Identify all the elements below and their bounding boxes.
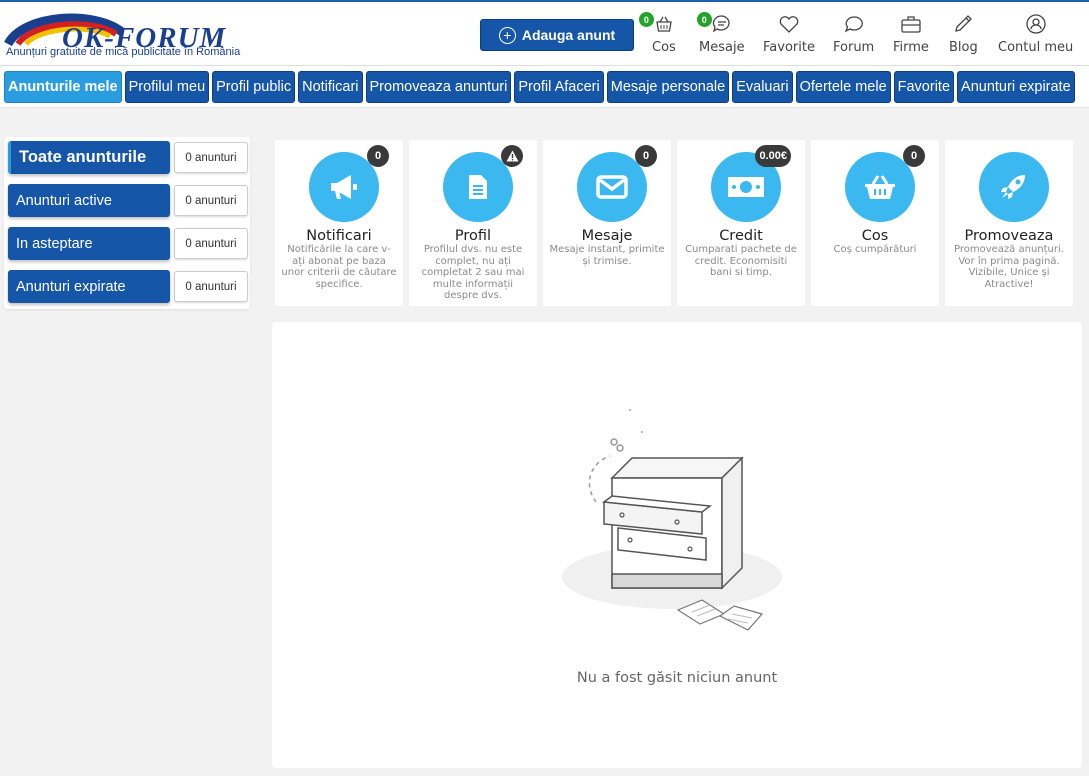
tab-notificari[interactable]: Notificari — [298, 70, 363, 103]
header-nav-cos[interactable]: 0 Cos — [638, 12, 676, 55]
filter-row-expired: Anunturi expirate 0 anunturi — [8, 270, 248, 303]
tab-favorite[interactable]: Favorite — [893, 70, 955, 103]
card-profil[interactable]: Profil Profilul dvs. nu este complet, nu… — [409, 140, 537, 306]
cart-count-badge: 0 — [638, 12, 654, 27]
header-nav-blog-label: Blog — [949, 40, 978, 55]
pencil-icon — [955, 15, 973, 32]
briefcase-icon — [901, 16, 921, 33]
empty-state-message: Nu a fost găsit niciun anunt — [576, 670, 778, 686]
header-nav-account-label: Contul meu — [998, 40, 1074, 55]
tab-anunturi-expirate[interactable]: Anunturi expirate — [957, 70, 1075, 103]
filter-row-all: Toate anunturile 0 anunturi — [8, 141, 248, 174]
card-notificari-title: Notificari — [306, 228, 372, 244]
header-nav-favorite-label: Favorite — [763, 40, 815, 55]
header-nav-blog[interactable]: Blog — [949, 12, 978, 55]
filter-row-pending: In asteptare 0 anunturi — [8, 227, 248, 260]
tab-ofertele-mele[interactable]: Ofertele mele — [795, 70, 891, 103]
basket-icon — [656, 16, 672, 32]
header-nav-forum[interactable]: Forum — [833, 12, 874, 55]
card-profil-desc: Profilul dvs. nu este complet, nu ați co… — [421, 244, 525, 301]
filter-pending-button[interactable]: In asteptare — [8, 227, 170, 260]
tab-anunturile-mele[interactable]: Anunturile mele — [4, 70, 122, 103]
header-nav-favorite[interactable]: Favorite — [763, 12, 815, 55]
filter-active-count: 0 anunturi — [174, 185, 248, 216]
card-mesaje-title: Mesaje — [581, 228, 633, 244]
tab-evaluari[interactable]: Evaluari — [732, 70, 793, 103]
header-nav-firme[interactable]: Firme — [893, 12, 929, 55]
card-notificari[interactable]: 0 Notificari Notificările la care v-ați … — [275, 140, 403, 306]
card-promoveaza-desc: Promovează anunțuri. Vor în prima pagină… — [954, 244, 1064, 290]
card-cos-title: Cos — [861, 228, 889, 244]
tab-profilul-meu[interactable]: Profilul meu — [124, 70, 210, 103]
card-mesaje[interactable]: 0 Mesaje Mesaje instant, primite și trim… — [543, 140, 671, 306]
filter-pending-count: 0 anunturi — [174, 228, 248, 259]
tab-promoveaza-anunturi[interactable]: Promoveaza anunturi — [365, 70, 512, 103]
messages-count-badge: 0 — [696, 12, 712, 27]
filter-expired-count: 0 anunturi — [174, 271, 248, 302]
empty-drawer-illustration — [562, 409, 782, 631]
card-credit[interactable]: 0.00€ Credit Cumparati pachete de credit… — [677, 140, 805, 306]
chat-bubble-icon — [712, 15, 730, 33]
header-nav-mesaje[interactable]: 0 Mesaje — [696, 12, 745, 55]
filter-active-button[interactable]: Anunturi active — [8, 184, 170, 217]
warning-icon — [506, 150, 518, 162]
site-header: OK-FORUM Anunțuri gratuite de mică publi… — [0, 0, 1089, 66]
header-nav-firme-label: Firme — [893, 40, 929, 55]
speech-bubble-icon — [844, 16, 863, 33]
card-promoveaza-title: Promoveaza — [964, 228, 1054, 244]
listings-panel: Nu a fost găsit niciun anunt — [272, 322, 1082, 768]
tab-profil-public[interactable]: Profil public — [212, 70, 296, 103]
card-mesaje-desc: Mesaje instant, primite și trimise. — [549, 244, 665, 267]
heart-icon — [779, 16, 799, 33]
card-notificari-desc: Notificările la care v-ați abonat pe baz… — [281, 244, 397, 290]
site-logo[interactable]: OK-FORUM Anunțuri gratuite de mică publi… — [4, 10, 294, 62]
header-nav-forum-label: Forum — [833, 40, 875, 55]
filter-all-count: 0 anunturi — [174, 142, 248, 173]
cos-count-badge: 0 — [903, 145, 925, 167]
rocket-icon — [979, 152, 1049, 222]
logo-tagline: Anunțuri gratuite de mică publicitate în… — [6, 46, 241, 58]
card-promoveaza[interactable]: Promoveaza Promovează anunțuri. Vor în p… — [945, 140, 1073, 306]
card-cos[interactable]: 0 Cos Coș cumpărături — [811, 140, 939, 306]
card-profil-title: Profil — [454, 228, 492, 244]
listing-filter-sidebar: Toate anunturile 0 anunturi Anunturi act… — [4, 137, 250, 309]
tab-mesaje-personale[interactable]: Mesaje personale — [606, 70, 730, 103]
filter-expired-button[interactable]: Anunturi expirate — [8, 270, 170, 303]
plus-circle-icon: + — [498, 26, 516, 44]
notificari-count-badge: 0 — [367, 145, 389, 167]
add-listing-button[interactable]: + Adauga anunt — [480, 19, 634, 51]
mesaje-count-badge: 0 — [635, 145, 657, 167]
header-nav-cos-label: Cos — [652, 40, 676, 55]
filter-all-button[interactable]: Toate anunturile — [8, 141, 170, 174]
credit-balance-badge: 0.00€ — [755, 145, 791, 167]
card-credit-desc: Cumparati pachete de credit. Economisiti… — [685, 244, 797, 278]
header-nav-mesaje-label: Mesaje — [699, 40, 745, 55]
filter-row-active: Anunturi active 0 anunturi — [8, 184, 248, 217]
card-credit-title: Credit — [719, 228, 763, 244]
user-icon — [1025, 14, 1046, 34]
profil-warning-badge — [501, 145, 523, 167]
tab-profil-afaceri[interactable]: Profil Afaceri — [514, 70, 604, 103]
account-tabs: Anunturile mele Profilul meu Profil publ… — [0, 66, 1089, 108]
add-listing-label: Adauga anunt — [521, 27, 616, 43]
card-cos-desc: Coș cumpărături — [833, 244, 917, 255]
header-nav-account[interactable]: Contul meu — [998, 12, 1073, 55]
